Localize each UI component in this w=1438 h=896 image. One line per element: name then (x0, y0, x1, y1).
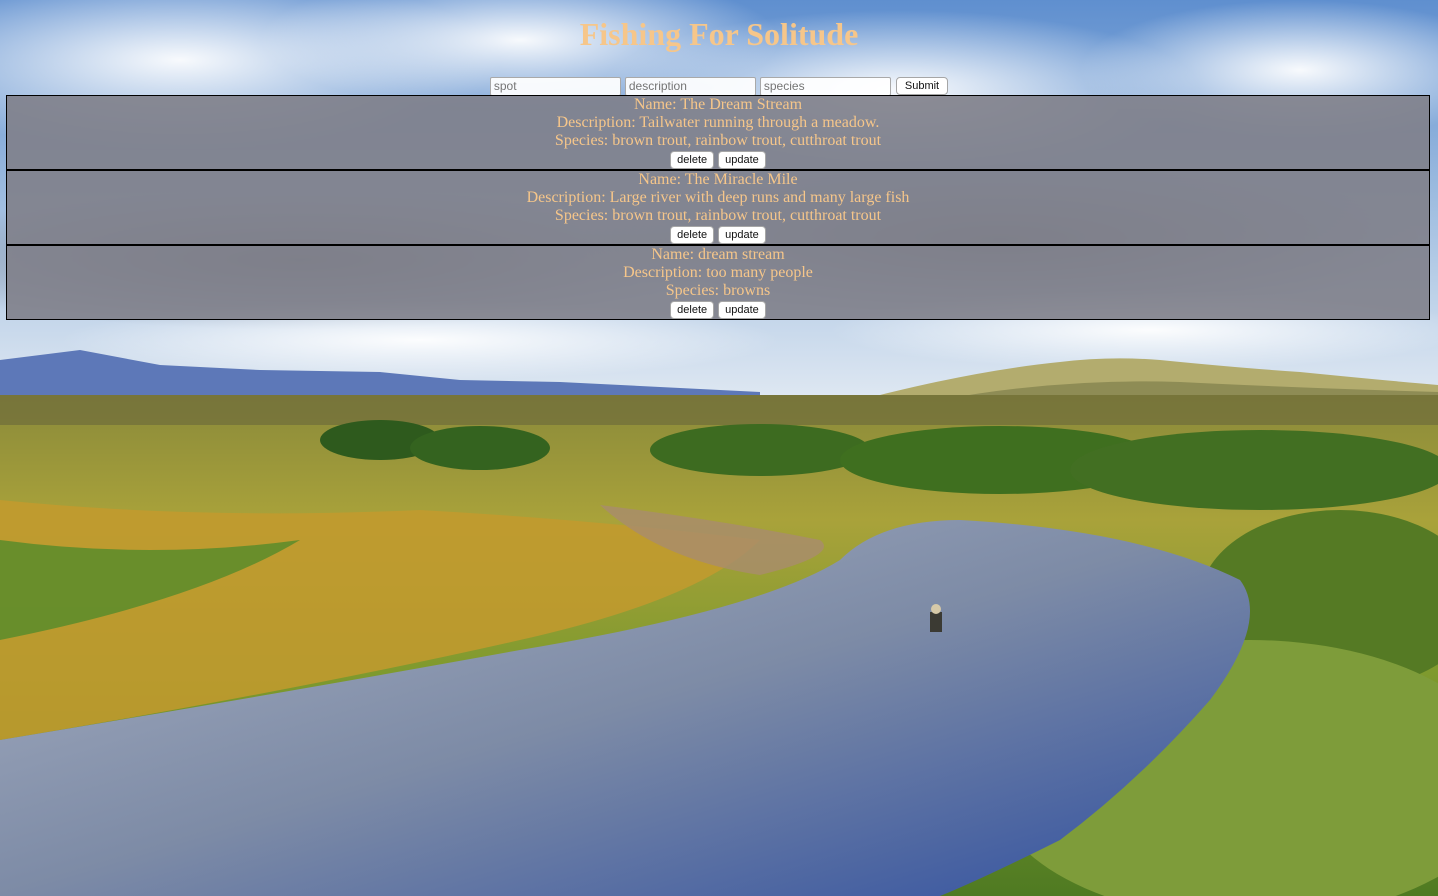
spot-list: Name: The Dream Stream Description: Tail… (6, 95, 1430, 320)
spot-name: Name: The Miracle Mile (638, 171, 798, 188)
spot-description: Description: Tailwater running through a… (556, 114, 880, 131)
spot-input[interactable] (489, 76, 621, 96)
spot-description: Description: too many people (623, 264, 813, 281)
spot-description: Description: Large river with deep runs … (526, 189, 910, 206)
spot-name: Name: The Dream Stream (633, 96, 803, 113)
species-input[interactable] (759, 76, 891, 96)
spot-card: Name: dream stream Description: too many… (6, 245, 1430, 320)
spot-actions: delete update (7, 151, 1429, 169)
delete-button[interactable]: delete (670, 301, 715, 319)
spot-actions: delete update (7, 301, 1429, 319)
update-button[interactable]: update (718, 226, 766, 244)
spot-card: Name: The Miracle Mile Description: Larg… (6, 170, 1430, 245)
update-button[interactable]: update (718, 151, 766, 169)
spot-species: Species: brown trout, rainbow trout, cut… (554, 207, 882, 224)
delete-button[interactable]: delete (670, 151, 715, 169)
update-button[interactable]: update (718, 301, 766, 319)
delete-button[interactable]: delete (670, 226, 715, 244)
add-spot-form: Submit (0, 76, 1438, 96)
description-input[interactable] (624, 76, 756, 96)
spot-species: Species: brown trout, rainbow trout, cut… (554, 132, 882, 149)
spot-card: Name: The Dream Stream Description: Tail… (6, 95, 1430, 170)
submit-button[interactable]: Submit (895, 77, 949, 95)
page-title: Fishing For Solitude (579, 16, 859, 52)
spot-actions: delete update (7, 226, 1429, 244)
spot-species: Species: browns (665, 282, 771, 299)
spot-name: Name: dream stream (651, 246, 785, 263)
